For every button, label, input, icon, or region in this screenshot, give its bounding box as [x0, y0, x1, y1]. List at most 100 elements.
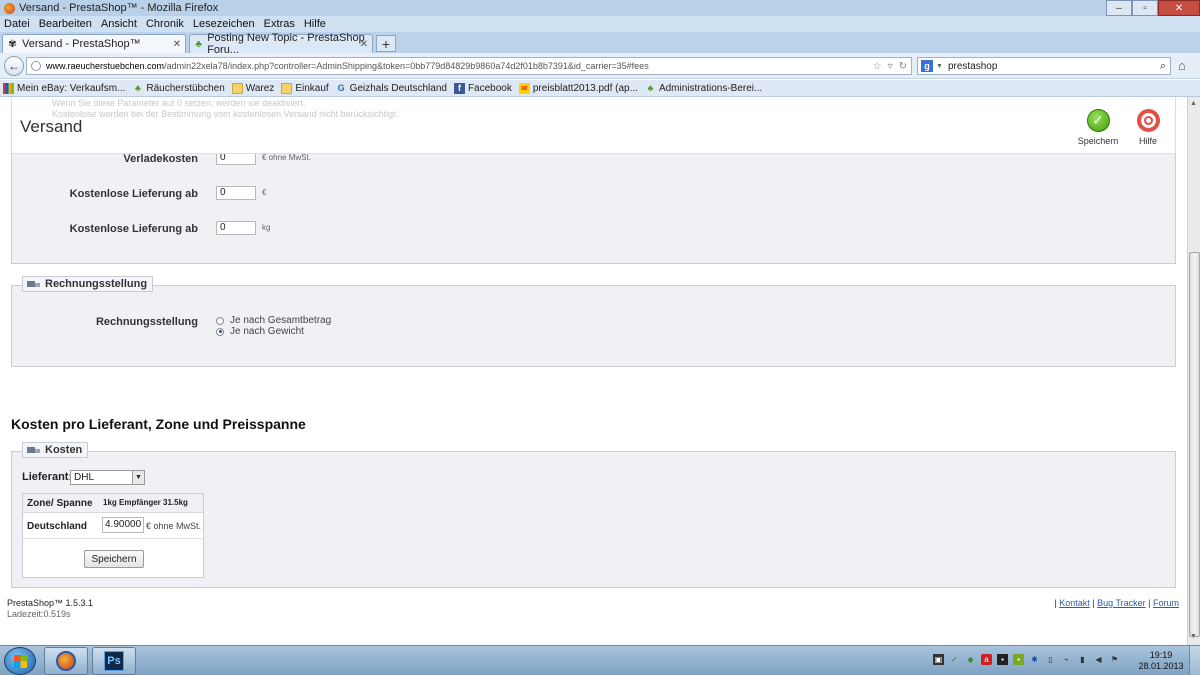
tab-close-icon[interactable]: ✕	[360, 39, 368, 50]
page-toolbar: Wenn Sie diese Parameter auf 0 setzen, w…	[11, 97, 1176, 154]
free-shipping-price-input[interactable]: 0	[216, 186, 256, 200]
prestashop-icon: ✾	[8, 38, 17, 50]
bluetooth-icon[interactable]: ✱	[1029, 654, 1040, 665]
zone-price-unit: € ohne MwSt.	[146, 521, 202, 531]
bookmark-preisblatt[interactable]: ✉ preisblatt2013.pdf (ap...	[518, 82, 638, 94]
truck-icon	[27, 446, 41, 455]
clock-date: 28.01.2013	[1138, 661, 1184, 671]
radio-label: Je nach Gesamtbetrag	[230, 315, 332, 326]
bookmark-facebook[interactable]: f Facebook	[453, 82, 512, 94]
bookmark-star-icon[interactable]: ☆	[873, 61, 882, 72]
search-input[interactable]: prestashop	[948, 61, 997, 72]
facebook-icon: f	[453, 82, 465, 94]
maximize-button[interactable]: ▫	[1132, 0, 1158, 16]
tray-antivirus-icon[interactable]: a	[981, 654, 992, 665]
taskbar-photoshop[interactable]: Ps	[92, 647, 136, 675]
billing-option-weight[interactable]: Je nach Gewicht	[216, 326, 304, 337]
search-bar[interactable]: g ▼ prestashop ⌕	[917, 57, 1171, 75]
close-window-button[interactable]: ✕	[1158, 0, 1200, 16]
free-shipping-weight-label: Kostenlose Lieferung ab	[69, 223, 198, 235]
scroll-up-icon[interactable]: ▲	[1190, 100, 1197, 107]
scroll-down-icon[interactable]: ▼	[1190, 633, 1197, 640]
bookmark-label: Mein eBay: Verkaufsm...	[17, 82, 126, 94]
bookmark-label: preisblatt2013.pdf (ap...	[532, 82, 638, 94]
toolbar-save-button[interactable]: ✓ Speichern	[1076, 109, 1120, 146]
taskbar-clock[interactable]: 19:19 28.01.2013	[1137, 650, 1185, 672]
address-bar[interactable]: www.raeucherstuebchen.com /admin22xela78…	[26, 57, 912, 75]
ebay-icon	[3, 82, 14, 94]
search-icon[interactable]: ⌕	[1160, 60, 1166, 73]
tray-nvidia-icon[interactable]: ▪	[1013, 654, 1024, 665]
menu-hilfe[interactable]: Hilfe	[304, 18, 326, 30]
menu-datei[interactable]: Datei	[4, 18, 30, 30]
tray-sb-icon[interactable]: ▪	[997, 654, 1008, 665]
menu-chronik[interactable]: Chronik	[146, 18, 184, 30]
firefox-icon	[56, 651, 76, 671]
radio-button-checked[interactable]	[216, 327, 224, 336]
system-tray: ▣ ✓ ◆ a ▪ ▪ ✱ ▯ ⌁ ▮ ◀ ⚑	[933, 654, 1120, 665]
free-shipping-price-unit: €	[262, 188, 267, 197]
footer-links: | Kontakt | Bug Tracker | Forum	[1054, 598, 1179, 608]
menu-lesezeichen[interactable]: Lesezeichen	[193, 18, 255, 30]
tab-versand[interactable]: ✾ Versand - PrestaShop™ ✕	[2, 34, 186, 53]
save-costs-button[interactable]: Speichern	[84, 550, 144, 568]
checkmark-icon: ✓	[1086, 109, 1110, 132]
billing-legend: Rechnungsstellung	[22, 276, 154, 292]
footer-version: PrestaShop™ 1.5.3.1	[7, 598, 94, 608]
back-button[interactable]: ←	[4, 56, 24, 76]
google-icon[interactable]: g	[921, 60, 933, 72]
tab-close-icon[interactable]: ✕	[173, 39, 181, 50]
minimize-button[interactable]: –	[1106, 0, 1132, 16]
tray-check-icon[interactable]: ✓	[949, 654, 960, 665]
bookmark-einkauf[interactable]: Einkauf	[281, 82, 329, 94]
radio-button[interactable]	[216, 316, 224, 325]
toolbar-help-button[interactable]: + Hilfe	[1126, 109, 1170, 146]
show-desktop-button[interactable]	[1189, 646, 1200, 675]
start-button[interactable]	[4, 647, 36, 675]
flag-icon[interactable]: ⚑	[1109, 654, 1120, 665]
bookmark-label: Administrations-Berei...	[658, 82, 763, 94]
toolbar-save-label: Speichern	[1077, 136, 1119, 146]
bookmark-label: Warez	[245, 82, 275, 94]
home-icon[interactable]: ⌂	[1178, 58, 1186, 73]
scrollbar-thumb[interactable]	[1189, 252, 1200, 637]
tray-shield-icon[interactable]: ◆	[965, 654, 976, 665]
firefox-icon	[4, 2, 15, 14]
menu-ansicht[interactable]: Ansicht	[101, 18, 137, 30]
chevron-down-icon[interactable]: ▼	[132, 471, 144, 484]
vertical-scrollbar[interactable]: ▲ ▼	[1187, 97, 1200, 645]
search-engine-dropdown-icon[interactable]: ▼	[936, 63, 943, 70]
url-host: www.raeucherstuebchen.com	[46, 61, 165, 71]
bookmark-raeucherstuebchen[interactable]: ♣ Räucherstübchen	[132, 83, 225, 94]
geizhals-icon: G	[337, 83, 345, 93]
footer-link-bug-tracker[interactable]: Bug Tracker	[1097, 598, 1146, 608]
tray-device-icon[interactable]: ▯	[1045, 654, 1056, 665]
billing-option-total[interactable]: Je nach Gesamtbetrag	[216, 315, 331, 326]
footer-link-kontakt[interactable]: Kontakt	[1059, 598, 1090, 608]
bookmark-warez[interactable]: Warez	[231, 82, 275, 94]
zone-price-input[interactable]: 4.90000	[102, 517, 144, 533]
radio-label: Je nach Gewicht	[230, 326, 304, 337]
volume-icon[interactable]: ◀	[1093, 654, 1104, 665]
bookmark-geizhals[interactable]: G Geizhals Deutschland	[336, 83, 447, 94]
carrier-select[interactable]: DHL ▼	[70, 470, 145, 485]
footer-link-forum[interactable]: Forum	[1153, 598, 1179, 608]
bookmark-ebay[interactable]: Mein eBay: Verkaufsm...	[3, 82, 126, 94]
billing-legend-text: Rechnungsstellung	[45, 278, 148, 290]
tab-posting-new-topic[interactable]: ♣ Posting New Topic - PrestaShop Foru...…	[189, 32, 373, 56]
menu-extras[interactable]: Extras	[264, 18, 295, 30]
truck-icon	[27, 280, 41, 289]
new-tab-button[interactable]: +	[376, 35, 396, 52]
history-dropdown-icon[interactable]: ▿	[888, 61, 893, 72]
network-icon[interactable]: ▮	[1077, 654, 1088, 665]
zone-name: Deutschland	[27, 521, 88, 532]
reload-icon[interactable]: ↻	[899, 61, 907, 72]
taskbar-firefox[interactable]	[44, 647, 88, 675]
tray-usb-icon[interactable]: ⌁	[1061, 654, 1072, 665]
free-shipping-weight-input[interactable]: 0	[216, 221, 256, 235]
bookmark-administration[interactable]: ♣ Administrations-Berei...	[645, 82, 763, 94]
bookmark-label: Geizhals Deutschland	[349, 82, 447, 94]
menu-bearbeiten[interactable]: Bearbeiten	[39, 18, 92, 30]
post-icon: ✉	[518, 82, 530, 94]
tray-app-icon[interactable]: ▣	[933, 654, 944, 665]
